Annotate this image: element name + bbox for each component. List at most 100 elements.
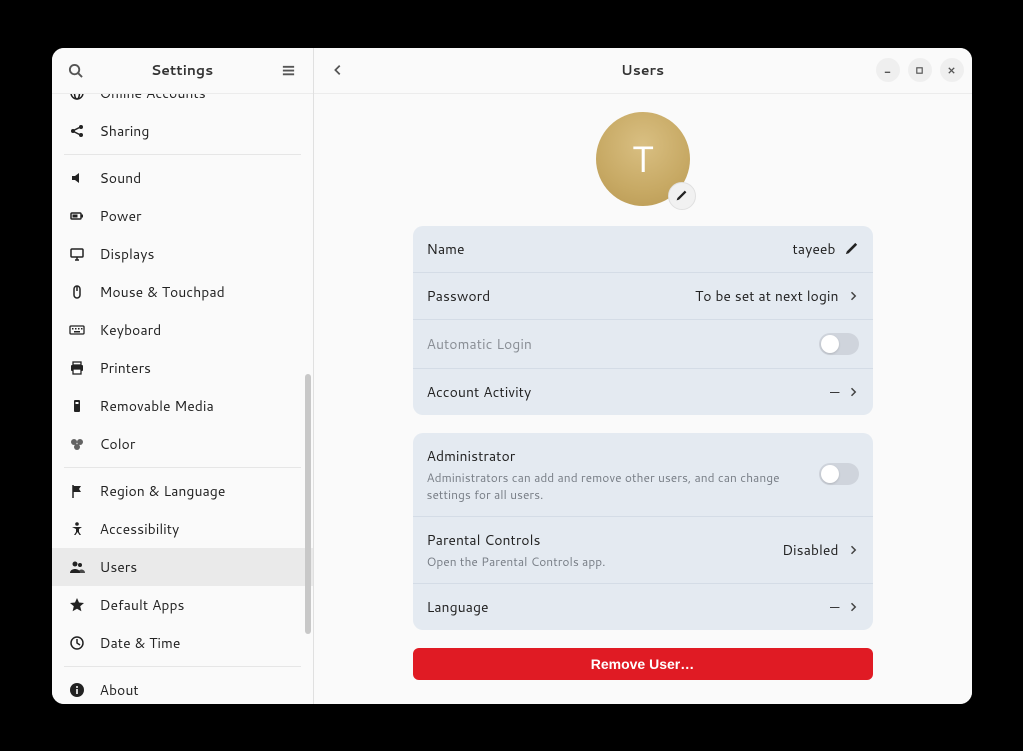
close-button[interactable] — [940, 58, 964, 82]
user-details-card: Name tayeeb Password To be set at next l… — [413, 226, 873, 415]
account-activity-label: Account Activity — [427, 382, 532, 402]
flag-icon — [68, 482, 86, 500]
parental-controls-label: Parental Controls — [427, 530, 773, 550]
sidebar-scrollbar[interactable] — [305, 374, 311, 634]
chevron-right-icon — [847, 544, 859, 556]
remove-user-button[interactable]: Remove User… — [413, 648, 873, 680]
account-activity-row[interactable]: Account Activity — — [413, 369, 873, 415]
pencil-icon — [675, 189, 688, 202]
keyboard-icon — [68, 321, 86, 339]
administrator-row: Administrator Administrators can add and… — [413, 433, 873, 517]
search-icon — [68, 63, 83, 78]
sidebar-item-label: Default Apps — [100, 595, 185, 615]
sidebar-item-label: Users — [100, 557, 138, 577]
users-icon — [68, 558, 86, 576]
password-row[interactable]: Password To be set at next login — [413, 273, 873, 320]
sidebar-item-label: About — [100, 680, 139, 700]
sound-icon — [68, 169, 86, 187]
main-header: Users — [314, 48, 972, 94]
sidebar-item-about[interactable]: About — [52, 671, 313, 704]
sidebar-title: Settings — [92, 60, 273, 80]
automatic-login-label: Automatic Login — [427, 334, 532, 354]
sidebar-item-label: Region & Language — [100, 481, 226, 501]
minimize-icon — [883, 66, 892, 75]
pencil-icon — [844, 241, 859, 256]
sidebar-item-label: Mouse & Touchpad — [100, 282, 225, 302]
password-label: Password — [427, 286, 491, 306]
sidebar-item-mouse[interactable]: Mouse & Touchpad — [52, 273, 313, 311]
removable-media-icon — [68, 397, 86, 415]
automatic-login-switch[interactable] — [819, 333, 859, 355]
avatar-initial: T — [632, 133, 653, 184]
sidebar-item-color[interactable]: Color — [52, 425, 313, 463]
sidebar-item-label: Keyboard — [100, 320, 162, 340]
color-icon — [68, 435, 86, 453]
sidebar-item-sharing[interactable]: Sharing — [52, 112, 313, 150]
sidebar-item-label: Removable Media — [100, 396, 214, 416]
main-panel: Users T Name tayeeb — [314, 48, 972, 704]
name-value: tayeeb — [792, 239, 835, 259]
main-title: Users — [314, 60, 972, 80]
sidebar-item-label: Sound — [100, 168, 142, 188]
sidebar-item-removable-media[interactable]: Removable Media — [52, 387, 313, 425]
account-activity-value: — — [830, 382, 838, 402]
star-icon — [68, 596, 86, 614]
sidebar-item-online-accounts[interactable]: Online Accounts — [52, 94, 313, 112]
sidebar-item-label: Printers — [100, 358, 152, 378]
administrator-switch[interactable] — [819, 463, 859, 485]
back-button[interactable] — [322, 54, 354, 86]
sidebar-item-power[interactable]: Power — [52, 197, 313, 235]
window-controls — [876, 58, 964, 82]
sidebar-item-label: Power — [100, 206, 142, 226]
sidebar-item-label: Online Accounts — [100, 94, 206, 103]
sidebar-item-accessibility[interactable]: Accessibility — [52, 510, 313, 548]
sidebar-item-keyboard[interactable]: Keyboard — [52, 311, 313, 349]
maximize-icon — [915, 66, 924, 75]
sidebar: Settings Online Accounts Sharing Sound — [52, 48, 314, 704]
name-row[interactable]: Name tayeeb — [413, 226, 873, 273]
share-icon — [68, 122, 86, 140]
edit-avatar-button[interactable] — [668, 182, 696, 210]
sidebar-item-displays[interactable]: Displays — [52, 235, 313, 273]
sidebar-item-date-time[interactable]: Date & Time — [52, 624, 313, 662]
administrator-sublabel: Administrators can add and remove other … — [427, 469, 809, 503]
search-button[interactable] — [60, 54, 92, 86]
maximize-button[interactable] — [908, 58, 932, 82]
chevron-right-icon — [847, 386, 859, 398]
name-label: Name — [427, 239, 465, 259]
sidebar-item-users[interactable]: Users — [52, 548, 313, 586]
automatic-login-row: Automatic Login — [413, 320, 873, 369]
printers-icon — [68, 359, 86, 377]
hamburger-icon — [281, 63, 296, 78]
language-label: Language — [427, 597, 489, 617]
info-icon — [68, 681, 86, 699]
minimize-button[interactable] — [876, 58, 900, 82]
avatar-wrap: T — [596, 112, 690, 206]
chevron-left-icon — [331, 63, 345, 77]
accessibility-icon — [68, 520, 86, 538]
sidebar-separator — [64, 666, 301, 667]
language-row[interactable]: Language — — [413, 584, 873, 630]
sidebar-item-label: Sharing — [100, 121, 150, 141]
sidebar-separator — [64, 154, 301, 155]
password-value: To be set at next login — [695, 286, 839, 306]
sidebar-item-printers[interactable]: Printers — [52, 349, 313, 387]
chevron-right-icon — [847, 290, 859, 302]
parental-controls-sublabel: Open the Parental Controls app. — [427, 553, 773, 570]
administrator-label: Administrator — [427, 446, 809, 466]
sidebar-item-region-language[interactable]: Region & Language — [52, 472, 313, 510]
sidebar-item-default-apps[interactable]: Default Apps — [52, 586, 313, 624]
sidebar-item-label: Color — [100, 434, 136, 454]
user-admin-card: Administrator Administrators can add and… — [413, 433, 873, 630]
sidebar-item-label: Date & Time — [100, 633, 181, 653]
sidebar-list[interactable]: Online Accounts Sharing Sound Power — [52, 94, 313, 704]
settings-window: Settings Online Accounts Sharing Sound — [52, 48, 972, 704]
sidebar-item-label: Displays — [100, 244, 155, 264]
close-icon — [947, 66, 956, 75]
menu-button[interactable] — [273, 54, 305, 86]
parental-controls-row[interactable]: Parental Controls Open the Parental Cont… — [413, 517, 873, 584]
online-accounts-icon — [68, 94, 86, 102]
language-value: — — [830, 597, 838, 617]
sidebar-item-sound[interactable]: Sound — [52, 159, 313, 197]
displays-icon — [68, 245, 86, 263]
